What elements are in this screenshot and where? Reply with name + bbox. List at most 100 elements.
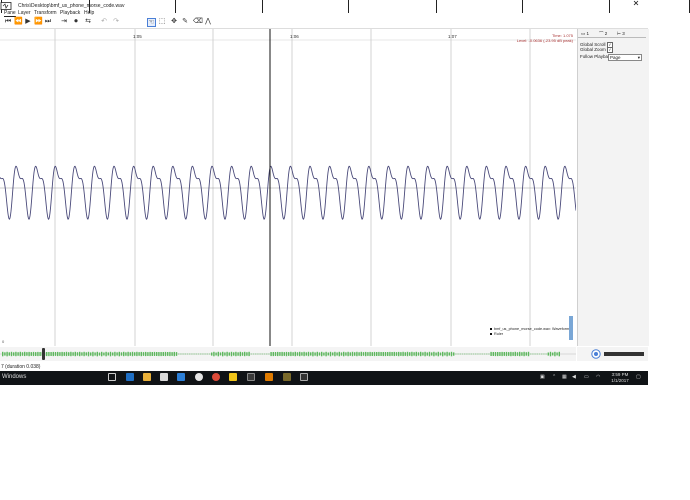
- overview-bar: [244, 351, 246, 357]
- taskbar-time[interactable]: 3:59 PM: [608, 372, 632, 377]
- overview-bar: [536, 353, 538, 355]
- overview-bar: [59, 352, 61, 356]
- overview-bar: [109, 351, 112, 357]
- overview-bar: [63, 352, 65, 356]
- redo-icon[interactable]: ↷: [112, 18, 120, 26]
- loop-icon[interactable]: ⇆: [84, 18, 92, 26]
- overview-bar: [481, 353, 483, 355]
- overview-bar: [505, 351, 508, 357]
- record-icon[interactable]: ⏺: [72, 18, 80, 26]
- overview-bar: [479, 353, 481, 355]
- tray-chevron-up-icon[interactable]: ⌃: [552, 374, 556, 380]
- overview-bar: [147, 352, 149, 356]
- overview-bar: [129, 352, 131, 356]
- overview-bar: [272, 352, 274, 357]
- overview-position-handle[interactable]: [42, 348, 45, 360]
- vlc-icon[interactable]: [265, 373, 273, 381]
- overview-bar: [409, 352, 411, 356]
- overview-bar: [193, 353, 195, 355]
- overview-bar: [189, 353, 191, 355]
- overview-bar: [26, 352, 28, 356]
- playback-controls-panel: [577, 347, 648, 361]
- chrome-icon[interactable]: [195, 373, 203, 381]
- overview-bar: [261, 353, 263, 355]
- edge-browser-icon[interactable]: [126, 373, 134, 381]
- playback-gain-slider[interactable]: [604, 352, 644, 356]
- overview-bar: [290, 351, 292, 357]
- level-readout: Level: -0.0636 (-23.95 dB peak): [517, 38, 574, 43]
- forward-end-icon[interactable]: ⏭: [44, 18, 52, 26]
- rewind-icon[interactable]: ⏪: [14, 18, 23, 26]
- calculator-icon[interactable]: [160, 373, 168, 381]
- wifi-icon[interactable]: ◠: [596, 374, 600, 380]
- rewind-start-icon[interactable]: ⏮: [4, 18, 12, 26]
- waveform-line: [0, 165, 577, 221]
- overview-bar: [162, 352, 164, 356]
- overview-bar: [239, 351, 241, 357]
- waveform-layer[interactable]: 1:05 1:06 1:07 Time: 1.075 Level: -0.063…: [0, 29, 577, 346]
- overview-waveform[interactable]: [0, 347, 576, 361]
- network-icon[interactable]: ▦: [562, 374, 567, 380]
- overview-bar: [347, 351, 349, 357]
- volume-icon[interactable]: ◀: [572, 374, 576, 380]
- overview-bar: [486, 353, 488, 355]
- taskbar-date[interactable]: 1/1/2017: [608, 378, 632, 383]
- undo-icon[interactable]: ↶: [100, 18, 108, 26]
- overview-bar: [114, 351, 116, 357]
- overview-bar: [285, 351, 288, 357]
- move-tool-icon[interactable]: ✥: [170, 18, 178, 26]
- sonic-visualiser-taskbar-icon[interactable]: [300, 373, 308, 381]
- overview-bar: [380, 352, 382, 356]
- overview-bar: [266, 353, 268, 355]
- overview-bar: [545, 353, 547, 355]
- camera-icon[interactable]: [247, 373, 255, 381]
- draw-tool-icon[interactable]: ✎: [181, 18, 189, 26]
- overview-bar: [369, 351, 371, 357]
- overview-bar: [503, 352, 505, 356]
- windows-defender-icon[interactable]: ▣: [540, 374, 545, 380]
- overview-bar: [17, 352, 19, 356]
- overview-bar: [329, 351, 332, 357]
- global-zoom-checkbox[interactable]: ✓: [607, 47, 613, 53]
- overview-bar: [195, 353, 197, 355]
- overview-bar: [57, 351, 59, 357]
- fast-forward-icon[interactable]: ⏩: [34, 18, 43, 26]
- play-selection-icon[interactable]: ⇥: [60, 18, 68, 26]
- play-icon[interactable]: ▶: [24, 18, 32, 26]
- overview-bar: [213, 351, 215, 357]
- layers-icon: ▭: [581, 31, 586, 36]
- follow-playback-select[interactable]: Page ▾: [608, 54, 642, 61]
- overview-bar: [145, 351, 147, 357]
- store-icon[interactable]: [177, 373, 185, 381]
- image-app-icon[interactable]: [283, 373, 291, 381]
- overview-bar: [318, 352, 321, 356]
- overview-bar: [514, 351, 516, 357]
- property-panel: [577, 29, 649, 346]
- overview-bar: [437, 351, 439, 357]
- waveform-pane[interactable]: 1:05 1:06 1:07 Time: 1.075 Level: -0.063…: [0, 29, 577, 346]
- select-tool-icon[interactable]: ⬚: [158, 18, 166, 26]
- overview-bar: [215, 352, 217, 356]
- battery-icon[interactable]: ▭: [584, 374, 589, 380]
- overview-bar: [70, 351, 72, 357]
- overview-bar: [217, 351, 219, 357]
- overview-bar: [98, 352, 101, 356]
- notifications-icon[interactable]: ▢: [636, 374, 641, 380]
- overview-bar: [376, 352, 378, 356]
- overview-strip[interactable]: [0, 347, 576, 361]
- file-explorer-icon[interactable]: [143, 373, 151, 381]
- start-label[interactable]: Windows: [2, 374, 26, 380]
- overview-bar: [490, 351, 492, 356]
- vertical-zoom-slider[interactable]: [569, 316, 573, 340]
- overview-bar: [153, 351, 156, 356]
- measure-tool-icon[interactable]: ⋀: [204, 18, 212, 26]
- lock-icon[interactable]: [229, 373, 237, 381]
- dial-center-icon: [594, 352, 598, 356]
- erase-tool-icon[interactable]: ⌫: [193, 18, 203, 26]
- overview-bar: [327, 352, 329, 356]
- overview-bar: [356, 351, 358, 357]
- task-view-icon[interactable]: [108, 373, 116, 381]
- google-icon[interactable]: [212, 373, 220, 381]
- overview-bar: [72, 352, 74, 356]
- navigate-tool-icon[interactable]: ☜: [147, 18, 156, 27]
